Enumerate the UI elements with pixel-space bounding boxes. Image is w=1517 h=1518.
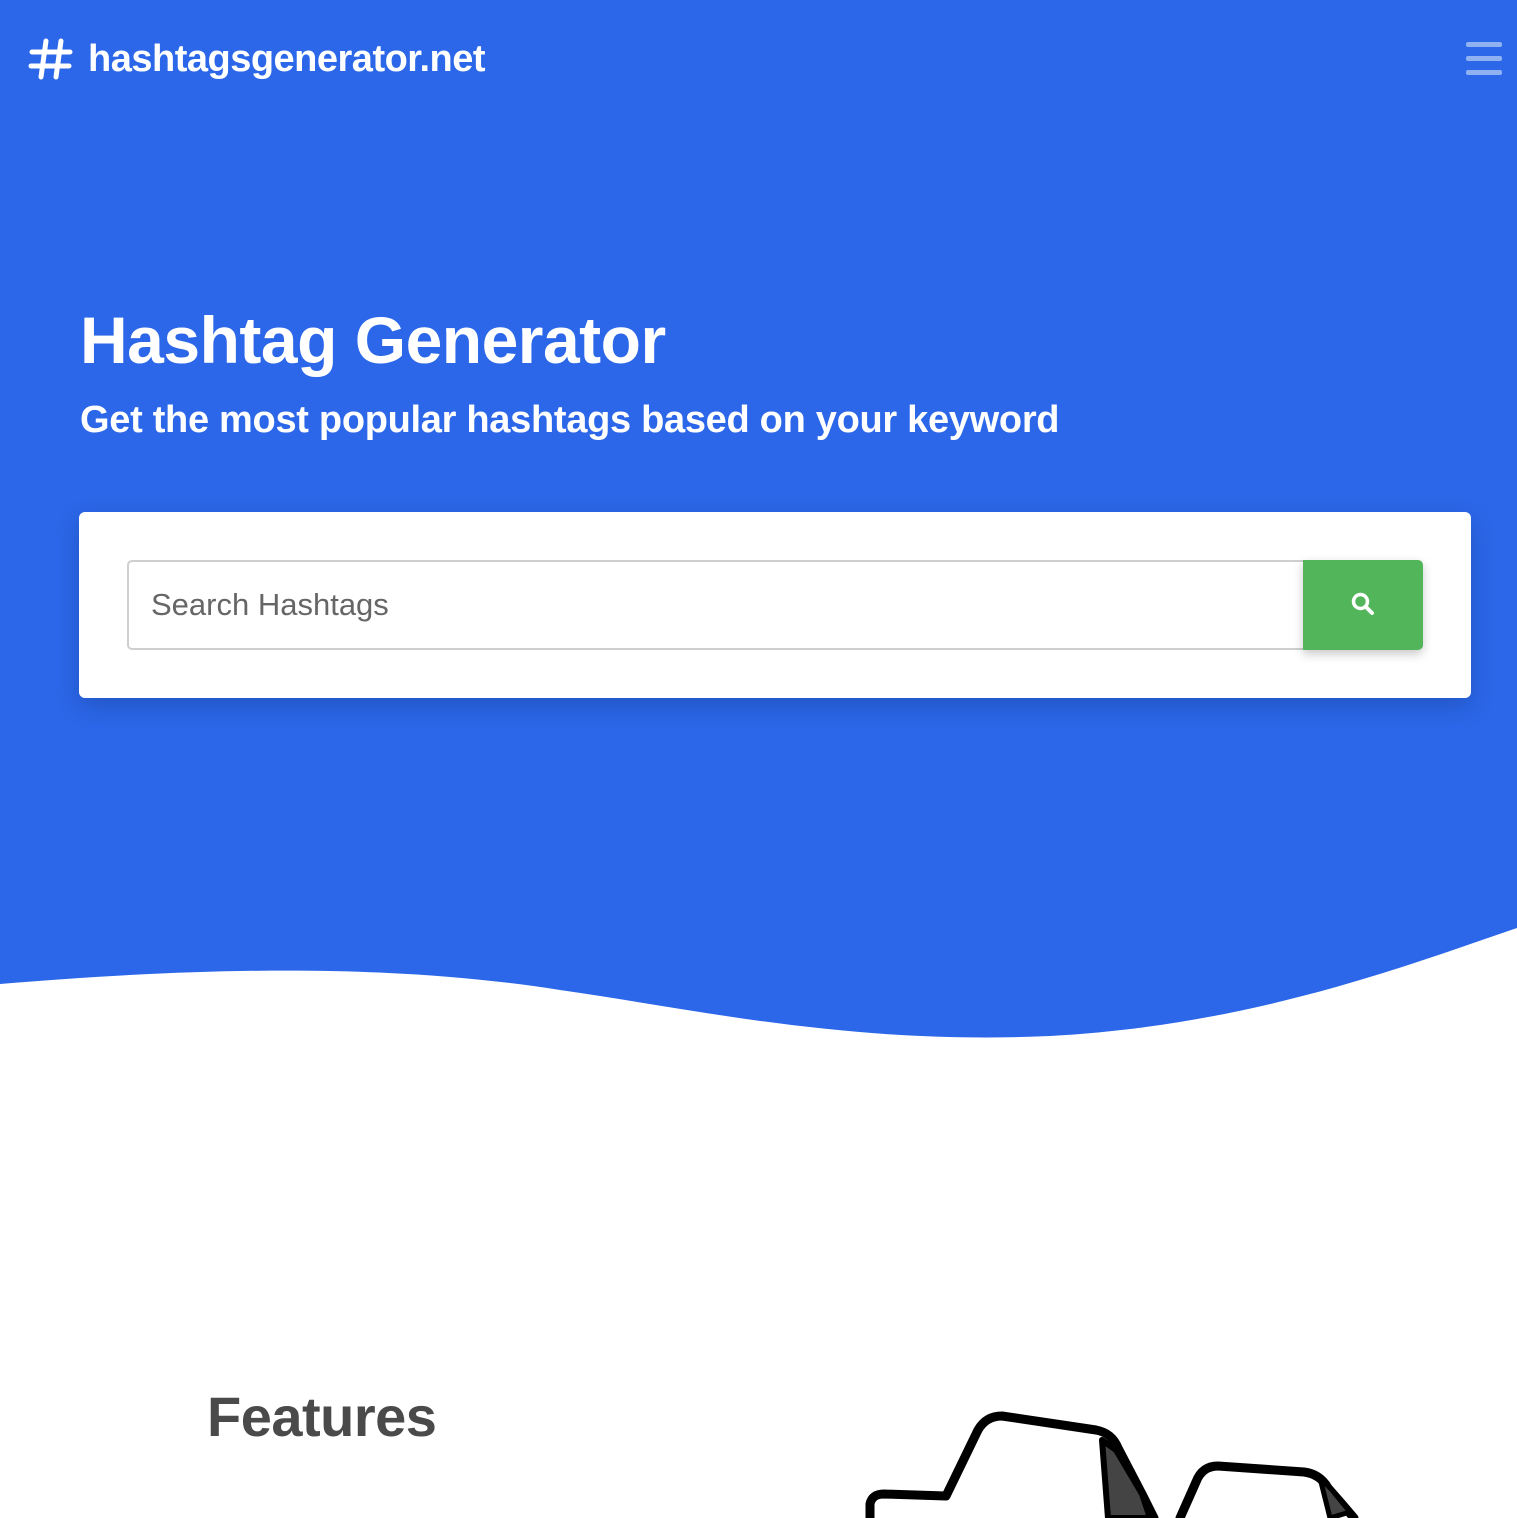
page: hashtagsgenerator.net Hashtag Generator … — [0, 0, 1517, 1518]
hamburger-menu-icon[interactable] — [1466, 42, 1504, 78]
hero-title: Hashtag Generator — [80, 303, 666, 377]
brand-name: hashtagsgenerator.net — [88, 38, 486, 80]
navbar: hashtagsgenerator.net — [0, 0, 1517, 120]
search-input[interactable] — [127, 560, 1303, 650]
brand-logo-link[interactable]: hashtagsgenerator.net — [28, 34, 486, 84]
hashtag-icon — [28, 36, 74, 82]
search-button[interactable] — [1303, 560, 1423, 650]
search-icon — [1350, 591, 1376, 620]
hero-subtitle: Get the most popular hashtags based on y… — [80, 399, 1060, 441]
menu-bar — [1466, 56, 1502, 61]
menu-bar — [1466, 42, 1502, 47]
menu-bar — [1466, 70, 1502, 75]
search-card — [79, 512, 1471, 698]
hashtag-illustration — [865, 1411, 1359, 1518]
hero-section: hashtagsgenerator.net Hashtag Generator … — [0, 0, 1517, 1040]
features-heading: Features — [207, 1385, 437, 1448]
